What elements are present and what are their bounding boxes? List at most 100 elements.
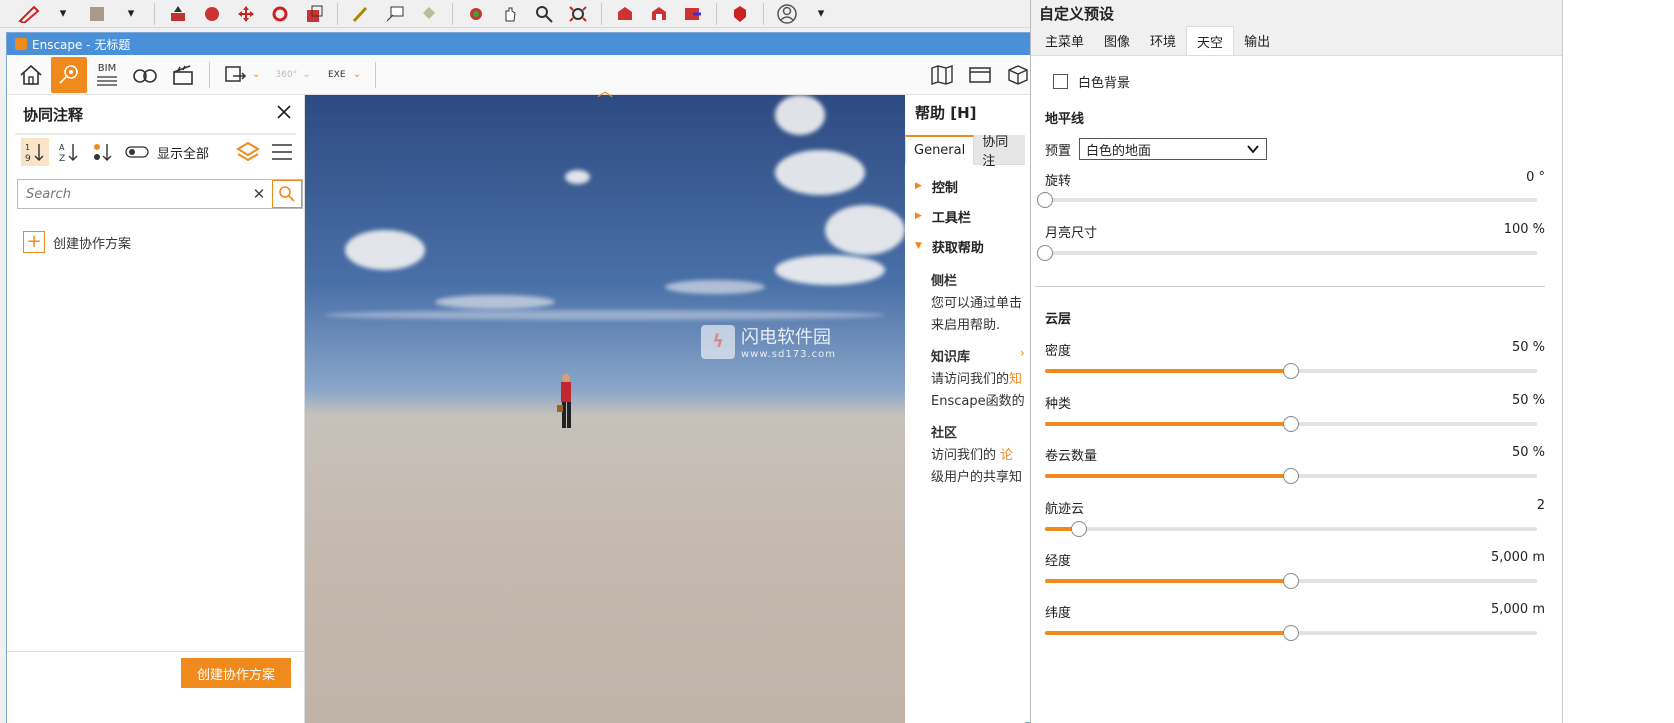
share-model-icon[interactable] xyxy=(644,2,674,26)
rotate-icon[interactable] xyxy=(265,2,295,26)
annotation-panel-title: 协同注释 xyxy=(23,105,84,124)
panel-expand-arrow-icon[interactable]: › xyxy=(1020,346,1025,360)
section-divider xyxy=(1035,286,1545,287)
screenshot-export-button[interactable] xyxy=(218,57,254,93)
binoculars-button[interactable] xyxy=(127,57,163,93)
pan-icon[interactable] xyxy=(495,2,525,26)
create-collab-button[interactable]: 创建协作方案 xyxy=(181,658,291,688)
orbit-icon[interactable] xyxy=(461,2,491,26)
panorama-export-button[interactable]: 360° xyxy=(268,57,304,93)
community-heading: 社区 xyxy=(931,426,958,441)
contrails-value: 2 xyxy=(1536,498,1545,513)
chevron-up-icon[interactable]: ︿ xyxy=(597,77,613,101)
toolbar-divider xyxy=(375,61,377,88)
menu-icon[interactable] xyxy=(268,138,296,166)
render-viewport[interactable]: ϟ 闪电软件园 www.sd173.com xyxy=(305,95,905,723)
push-pull-icon[interactable] xyxy=(163,2,193,26)
contrails-slider[interactable] xyxy=(1045,521,1537,537)
follow-me-icon[interactable] xyxy=(197,2,227,26)
tab-image[interactable]: 图像 xyxy=(1094,26,1140,55)
paint-bucket-icon[interactable] xyxy=(414,2,444,26)
ruby-console-icon[interactable] xyxy=(725,2,755,26)
tab-environment[interactable]: 环境 xyxy=(1140,26,1186,55)
clear-search-icon[interactable]: ✕ xyxy=(246,180,272,208)
slider-knob[interactable] xyxy=(1283,416,1299,432)
tab-general[interactable]: General xyxy=(905,135,975,165)
tab-sky[interactable]: 天空 xyxy=(1186,26,1235,55)
chevron-down-icon[interactable]: ⌄ xyxy=(353,69,361,80)
horizon-preset-select[interactable]: 白色的地面 xyxy=(1079,138,1268,160)
tab-main-menu[interactable]: 主菜单 xyxy=(1035,26,1094,55)
collab-annotation-button[interactable] xyxy=(51,56,87,93)
variety-slider[interactable] xyxy=(1045,416,1537,432)
slider-knob[interactable] xyxy=(1283,625,1299,641)
map-button[interactable] xyxy=(924,57,960,93)
chevron-down-icon[interactable]: ⌄ xyxy=(252,69,260,80)
sort-status-icon[interactable] xyxy=(89,138,117,166)
slider-knob[interactable] xyxy=(1071,521,1088,537)
kb-text: Enscape函数的 xyxy=(931,394,1025,409)
cloud xyxy=(325,310,885,320)
watermark-url: www.sd173.com xyxy=(741,349,836,360)
home-button[interactable] xyxy=(13,57,49,93)
help-item-toolbar[interactable]: ▶ 工具栏 xyxy=(905,201,1025,231)
move-icon[interactable] xyxy=(231,2,261,26)
sidebar-text: 您可以通过单击 xyxy=(931,296,1023,311)
video-editor-button[interactable] xyxy=(962,57,998,93)
create-collab-item[interactable]: + 创建协作方案 xyxy=(23,231,131,253)
tab-collab[interactable]: 协同注 xyxy=(974,135,1025,169)
kb-text: 请访问我们的知 xyxy=(931,369,1025,391)
help-item-get-help[interactable]: ▼ 获取帮助 xyxy=(905,231,1025,261)
tape-measure-icon[interactable] xyxy=(346,2,376,26)
kb-link[interactable]: 知 xyxy=(1009,372,1022,387)
toolbar-divider xyxy=(716,2,717,25)
tab-output[interactable]: 输出 xyxy=(1234,26,1280,55)
dropdown-arrow-icon[interactable]: ▾ xyxy=(116,2,146,26)
zoom-icon[interactable] xyxy=(529,2,559,26)
sort-alpha-icon[interactable]: AZ xyxy=(55,138,83,166)
text-tool-icon[interactable] xyxy=(380,2,410,26)
moon-size-slider[interactable] xyxy=(1037,245,1537,261)
help-item-controls[interactable]: ▶ 控制 xyxy=(905,171,1025,201)
layers-icon[interactable] xyxy=(234,138,262,166)
cirrus-value: 50 % xyxy=(1511,445,1545,460)
slider-knob[interactable] xyxy=(1037,245,1053,261)
longitude-slider[interactable] xyxy=(1045,573,1537,589)
slider-knob[interactable] xyxy=(1283,468,1299,484)
user-account-icon[interactable] xyxy=(772,2,802,26)
chevron-down-icon[interactable]: ⌄ xyxy=(302,69,310,80)
density-slider[interactable] xyxy=(1045,363,1537,379)
toolbar-divider xyxy=(154,2,155,25)
preset-label: 预置 xyxy=(1045,143,1072,159)
material-tool-icon[interactable] xyxy=(82,2,112,26)
checkbox-box[interactable] xyxy=(1053,74,1068,89)
warehouse-icon[interactable] xyxy=(610,2,640,26)
dropdown-arrow-icon[interactable]: ▾ xyxy=(48,2,78,26)
rotation-slider[interactable] xyxy=(1037,192,1537,208)
slider-knob[interactable] xyxy=(1037,192,1053,208)
exe-export-button[interactable]: EXE xyxy=(319,57,355,93)
white-background-checkbox[interactable]: 白色背景 xyxy=(1053,72,1553,91)
close-icon[interactable] xyxy=(276,104,292,124)
scale-icon[interactable] xyxy=(299,2,329,26)
community-link[interactable]: 论 xyxy=(1000,448,1013,463)
slider-knob[interactable] xyxy=(1283,573,1299,589)
slider-knob[interactable] xyxy=(1283,363,1299,379)
toggle-icon[interactable] xyxy=(123,138,151,166)
latitude-slider[interactable] xyxy=(1045,625,1537,641)
extension-warehouse-icon[interactable] xyxy=(678,2,708,26)
clapperboard-button[interactable] xyxy=(165,57,201,93)
dropdown-arrow-icon[interactable]: ▾ xyxy=(806,2,836,26)
expand-arrow-icon: ▶ xyxy=(915,181,922,191)
show-all-label[interactable]: 显示全部 xyxy=(157,143,209,162)
pencil-tool-icon[interactable] xyxy=(14,2,44,26)
cirrus-slider[interactable] xyxy=(1045,468,1537,484)
bim-button[interactable]: BIM xyxy=(89,57,125,93)
slider-fill xyxy=(1045,579,1291,583)
visual-settings-panel: 自定义预设 主菜单 图像 环境 天空 输出 白色背景 地平线 预置 白色的地面 … xyxy=(1030,0,1563,723)
search-input[interactable] xyxy=(18,180,246,208)
search-button[interactable] xyxy=(272,180,302,208)
sort-numeric-icon[interactable]: 19 xyxy=(21,138,49,166)
zoom-extents-icon[interactable] xyxy=(563,2,593,26)
search-icon xyxy=(279,186,295,202)
